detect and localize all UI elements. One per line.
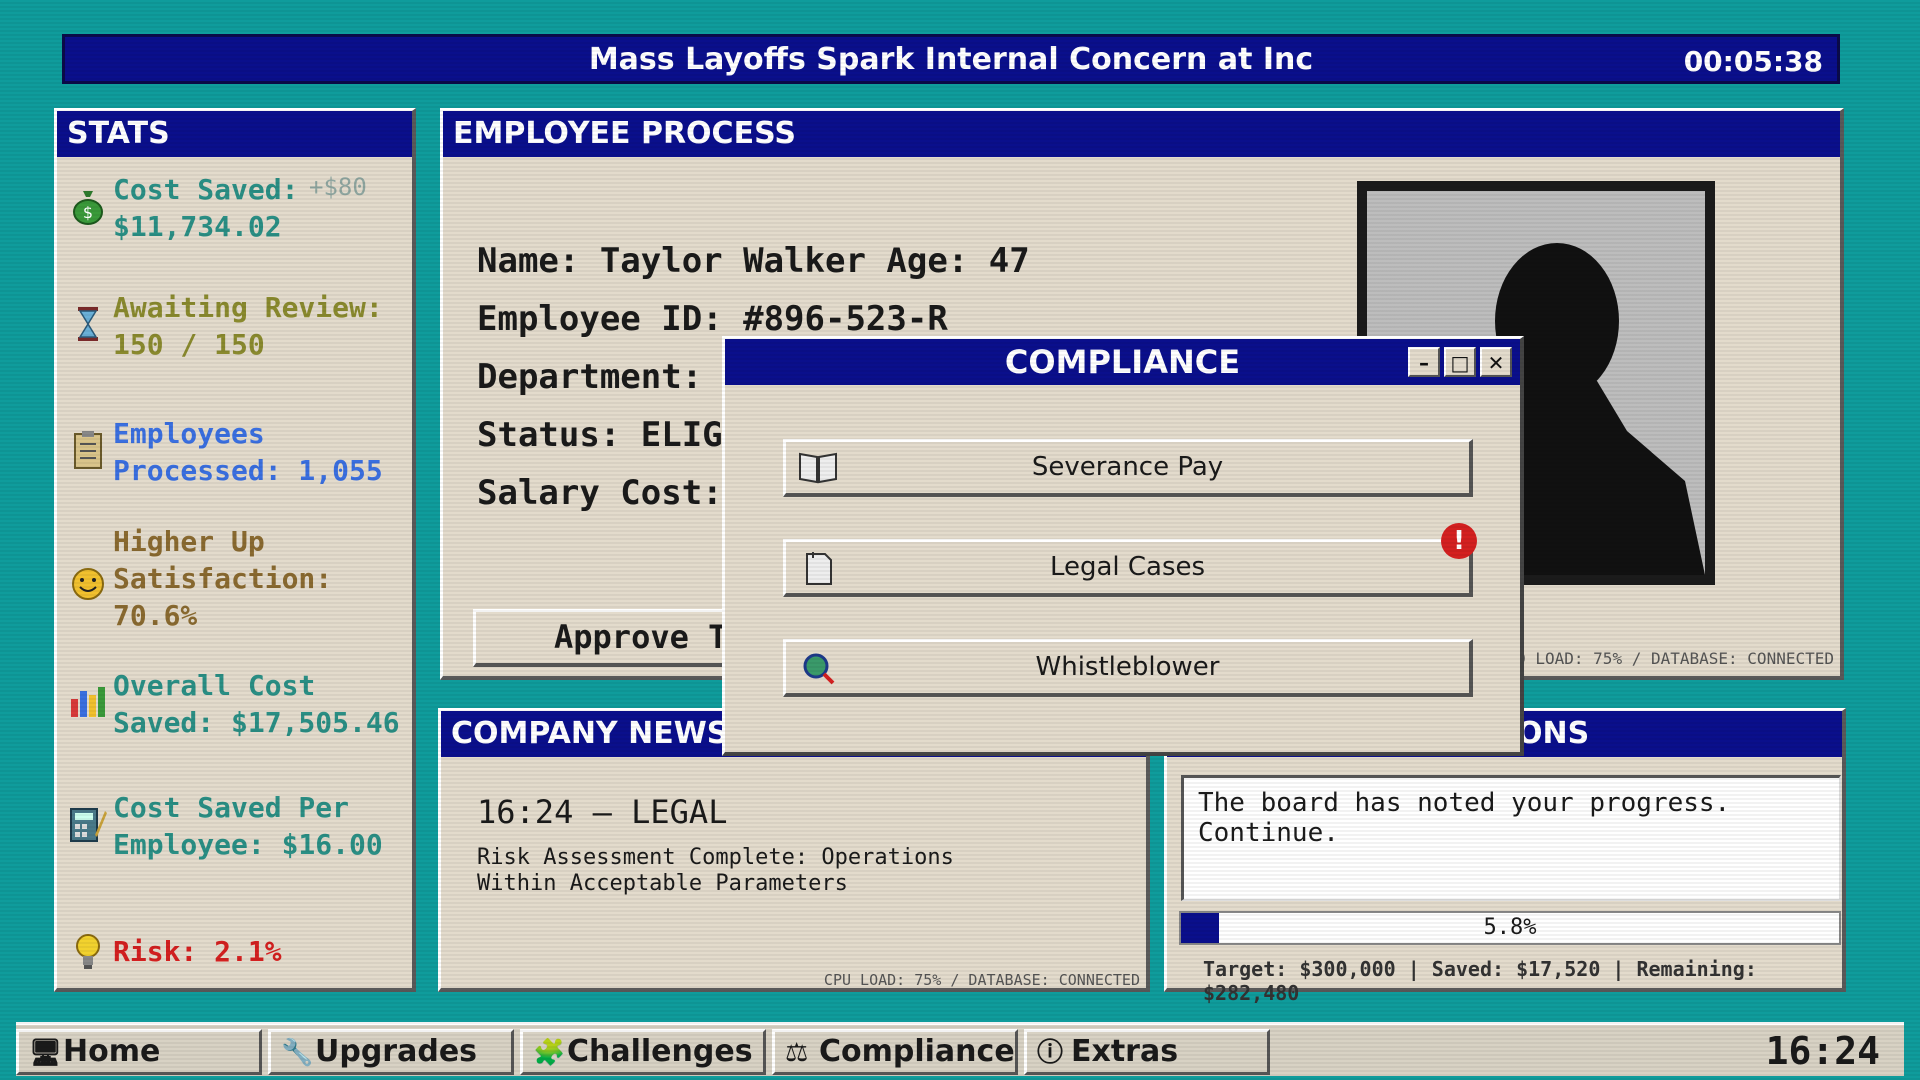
taskbar-extras[interactable]: ⓘ Extras [1024, 1029, 1270, 1075]
info-icon: ⓘ [1037, 1038, 1064, 1068]
employee-id: Employee ID: #896-523-R [477, 299, 948, 339]
savings-progress-bar: 5.8% [1179, 911, 1841, 945]
calculator-icon [63, 799, 113, 849]
computer-icon: 🖥 [29, 1038, 63, 1068]
board-message-box: The board has noted your progress. Conti… [1181, 775, 1841, 901]
bar-chart-icon [63, 677, 113, 727]
taskbar-challenges[interactable]: 🧩Challenges [520, 1029, 766, 1075]
money-bag-icon: $ [63, 181, 113, 231]
satisfaction-label-2: Satisfaction: [113, 562, 333, 595]
cost-saved-value: $11,734.02 [113, 210, 282, 243]
board-message: The board has noted your progress. Conti… [1198, 788, 1731, 848]
stat-awaiting-review: Awaiting Review: 150 / 150 [63, 289, 383, 363]
news-system-status: CPU LOAD: 75% / DATABASE: CONNECTED [823, 971, 1140, 989]
taskbar-challenges-label: Challenges [567, 1034, 753, 1069]
close-icon[interactable]: ✕ [1480, 347, 1512, 377]
stat-employees-processed: Employees Processed: 1,055 [63, 415, 383, 489]
maximize-icon[interactable]: □ [1444, 347, 1476, 377]
compliance-dialog: COMPLIANCE – □ ✕ Severance Pay Legal Cas… [722, 336, 1524, 756]
news-body-line-2: Within Acceptable Parameters [477, 871, 848, 896]
severance-pay-button[interactable]: Severance Pay [783, 439, 1473, 497]
taskbar-extras-label: Extras [1071, 1034, 1179, 1069]
stat-satisfaction: Higher Up Satisfaction: 70.6% [63, 523, 332, 634]
wrench-icon: 🔧 [281, 1038, 314, 1068]
document-icon [798, 550, 838, 586]
satisfaction-value: 70.6% [113, 599, 198, 632]
smiley-icon [63, 559, 113, 609]
svg-text:$: $ [83, 203, 93, 222]
stats-panel: STATS $ Cost Saved: $11,734.02 +$80 Awai… [54, 108, 416, 992]
whistleblower-label: Whistleblower [1035, 652, 1220, 682]
taskbar-compliance-label: Compliance [819, 1034, 1015, 1069]
scale-icon: ⚖ [785, 1038, 809, 1068]
severance-pay-label: Severance Pay [1031, 452, 1224, 482]
employee-process-title: EMPLOYEE PROCESS [443, 111, 1840, 157]
taskbar-home-label: Home [63, 1034, 161, 1069]
minimize-icon[interactable]: – [1408, 347, 1440, 377]
taskbar-upgrades-label: Upgrades [315, 1034, 478, 1069]
stat-cost-per-employee: Cost Saved Per Employee: $16.00 [63, 789, 383, 863]
legal-alert-icon: ! [1441, 523, 1477, 559]
awaiting-review-value: 150 / 150 [113, 328, 265, 361]
cost-per-employee-value: Employee: $16.00 [113, 828, 383, 861]
savings-progress-label: 5.8% [1483, 915, 1537, 940]
headline-title: Mass Layoffs Spark Internal Concern at I… [588, 41, 1314, 77]
risk-value: Risk: 2.1% [113, 935, 282, 968]
stat-overall-cost: Overall Cost Saved: $17,505.46 [63, 667, 400, 741]
lightbulb-icon [63, 927, 113, 977]
book-icon [798, 450, 838, 486]
taskbar-home[interactable]: 🖥Home [16, 1029, 262, 1075]
news-body-line-1: Risk Assessment Complete: Operations [477, 845, 954, 870]
clipboard-icon [63, 425, 113, 475]
whistleblower-button[interactable]: Whistleblower [783, 639, 1473, 697]
taskbar-clock: 16:24 [1765, 1029, 1880, 1073]
puzzle-icon: 🧩 [533, 1038, 566, 1068]
employee-department: Department: F [477, 357, 744, 397]
magnifier-globe-icon [798, 650, 838, 686]
hourglass-icon [63, 299, 113, 349]
stat-risk: Risk: 2.1% [63, 927, 282, 977]
overall-cost-value: Saved: $17,505.46 [113, 706, 400, 739]
cost-per-employee-label: Cost Saved Per [113, 791, 350, 824]
employees-processed-label: Employees [113, 417, 265, 450]
stats-title: STATS [57, 111, 412, 157]
legal-cases-button[interactable]: Legal Cases [783, 539, 1473, 597]
satisfaction-label: Higher Up [113, 525, 265, 558]
employee-name-age: Name: Taylor Walker Age: 47 [477, 241, 1030, 281]
cost-saved-label: Cost Saved: [113, 173, 299, 206]
session-timer: 00:05:38 [1683, 45, 1823, 78]
compliance-dialog-title: COMPLIANCE [1004, 343, 1241, 381]
process-system-status: D LOAD: 75% / DATABASE: CONNECTED [1516, 649, 1834, 668]
employees-processed-value: Processed: 1,055 [113, 454, 383, 487]
news-time-heading: 16:24 – LEGAL [477, 793, 728, 831]
taskbar: 🖥Home 🔧Upgrades 🧩Challenges ⚖ Compliance … [16, 1022, 1904, 1076]
overall-cost-label: Overall Cost [113, 669, 316, 702]
legal-cases-label: Legal Cases [1049, 552, 1206, 582]
news-body: Risk Assessment Complete: Operations Wit… [477, 845, 954, 897]
taskbar-compliance[interactable]: ⚖ Compliance [772, 1029, 1018, 1075]
savings-targets: Target: $300,000 | Saved: $17,520 | Rema… [1203, 957, 1757, 1005]
stat-cost-saved: $ Cost Saved: $11,734.02 +$80 [63, 171, 367, 245]
awaiting-review-label: Awaiting Review: [113, 291, 383, 324]
cost-saved-delta: +$80 [309, 173, 367, 201]
compliance-dialog-titlebar: COMPLIANCE – □ ✕ [725, 339, 1520, 385]
game-title-bar: Mass Layoffs Spark Internal Concern at I… [62, 34, 1840, 84]
taskbar-upgrades[interactable]: 🔧Upgrades [268, 1029, 514, 1075]
